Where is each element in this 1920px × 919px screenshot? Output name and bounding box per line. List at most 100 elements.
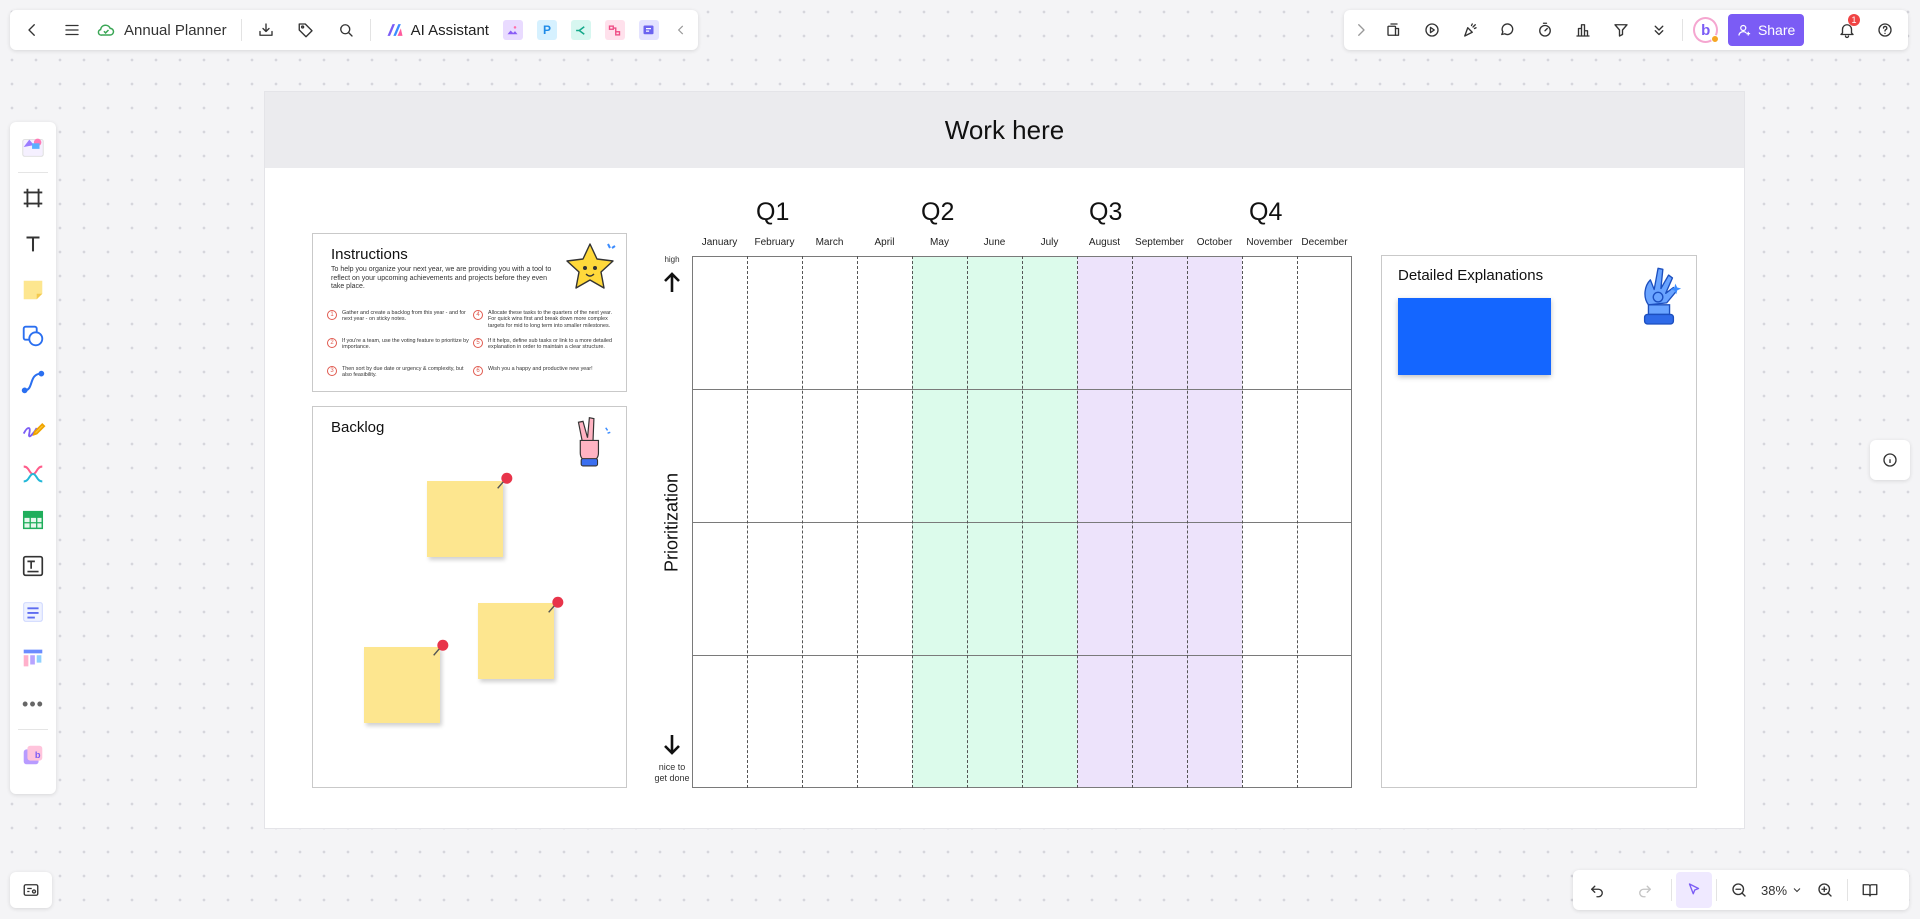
download-icon[interactable] — [246, 10, 286, 50]
kanban-tool-icon[interactable] — [10, 635, 56, 681]
frame-header: Work here — [265, 92, 1744, 168]
frame-tool-icon[interactable] — [10, 175, 56, 221]
backlog-title: Backlog — [331, 419, 385, 436]
flow-plugin-icon[interactable] — [604, 20, 625, 40]
ai-logo-icon — [387, 24, 403, 36]
sticky-note[interactable] — [478, 603, 554, 679]
text-block-tool-icon[interactable] — [10, 543, 56, 589]
more-tools-icon[interactable]: ••• — [10, 681, 56, 727]
work-frame[interactable]: Work here Instructions To help you organ… — [265, 92, 1744, 828]
image-plugin-icon[interactable] — [502, 20, 523, 40]
comment-icon[interactable] — [1488, 10, 1526, 50]
sticky-note[interactable] — [427, 481, 503, 557]
collapse-chevron-icon[interactable] — [673, 20, 689, 40]
more-chevrons-icon[interactable] — [1640, 10, 1678, 50]
p-plugin-icon[interactable]: P — [536, 20, 557, 40]
quarter-label: Q2 — [921, 198, 955, 226]
svg-text:b: b — [35, 750, 41, 760]
expand-chevron-icon[interactable] — [1348, 10, 1375, 50]
filter-icon[interactable] — [1602, 10, 1640, 50]
add-user-icon — [1738, 24, 1751, 36]
zoom-level: 38% — [1761, 882, 1788, 898]
month-label: December — [1301, 237, 1348, 248]
zoom-in-icon[interactable] — [1807, 872, 1843, 908]
low-label-line-2: get done — [654, 773, 690, 783]
document-title[interactable]: Annual Planner — [124, 22, 227, 39]
month-divider — [1132, 256, 1133, 788]
step-number: 5 — [473, 338, 483, 348]
back-chevron-icon[interactable] — [12, 10, 52, 50]
document-title-area[interactable]: Annual Planner — [92, 20, 237, 40]
plugins-icon[interactable]: b — [10, 732, 56, 778]
templates-icon[interactable] — [10, 124, 56, 170]
month-label: June — [983, 237, 1006, 248]
step-text: Gather and create a backlog from this ye… — [342, 310, 466, 323]
help-icon[interactable] — [1866, 10, 1904, 50]
notification-bell-icon[interactable]: 1 — [1828, 10, 1866, 50]
instructions-title: Instructions — [331, 246, 408, 263]
month-label: January — [701, 237, 738, 248]
timer-icon[interactable] — [1526, 10, 1564, 50]
frame-title[interactable]: Work here — [945, 115, 1064, 146]
month-divider — [857, 256, 858, 788]
celebrate-icon[interactable] — [1451, 10, 1489, 50]
sticky-note-tool-icon[interactable] — [10, 267, 56, 313]
step-number: 6 — [473, 366, 483, 376]
connector-tool-icon[interactable] — [10, 359, 56, 405]
step-text: If it helps, define sub tasks or link to… — [488, 338, 613, 351]
list-tool-icon[interactable] — [10, 589, 56, 635]
month-divider — [967, 256, 968, 788]
step-text: Wish you a happy and productive new year… — [488, 366, 593, 372]
explanations-panel[interactable]: Detailed Explanations — [1381, 255, 1697, 788]
menu-icon[interactable] — [52, 10, 92, 50]
high-label: high — [664, 255, 680, 264]
ai-assistant-button[interactable]: AI Assistant — [375, 20, 499, 40]
info-button[interactable] — [1870, 440, 1910, 480]
table-tool-icon[interactable] — [10, 497, 56, 543]
note-plugin-icon[interactable] — [638, 20, 659, 40]
user-avatar[interactable]: b — [1693, 17, 1720, 43]
mindmap-plugin-icon[interactable] — [570, 20, 591, 40]
notification-badge: 1 — [1848, 14, 1861, 26]
month-divider — [747, 256, 748, 788]
shapes-tool-icon[interactable] — [10, 313, 56, 359]
apps-icon[interactable] — [1375, 10, 1413, 50]
step-text: If you're a team, use the voting feature… — [342, 338, 469, 351]
step-text: Then sort by due date or urgency & compl… — [342, 366, 464, 379]
pen-tool-icon[interactable] — [10, 405, 56, 451]
present-icon[interactable] — [1413, 10, 1451, 50]
mindmap-tool-icon[interactable] — [10, 451, 56, 497]
zoom-level-dropdown[interactable]: 38% — [1757, 883, 1807, 898]
sticky-note[interactable] — [364, 647, 440, 723]
share-button[interactable]: Share — [1728, 14, 1805, 46]
step-text: Allocate these tasks to the quarters of … — [488, 310, 613, 329]
cloud-icon — [97, 24, 115, 36]
vote-icon[interactable] — [1564, 10, 1602, 50]
top-left-toolbar: Annual Planner AI Assistant P — [10, 10, 698, 50]
tag-icon[interactable] — [286, 10, 326, 50]
month-divider — [802, 256, 803, 788]
arrow-up-icon — [664, 272, 680, 292]
backlog-panel[interactable]: Backlog — [312, 406, 627, 788]
select-cursor-icon[interactable] — [1676, 872, 1712, 908]
redo-icon[interactable] — [1627, 872, 1663, 908]
month-divider — [1187, 256, 1188, 788]
month-label: February — [754, 237, 795, 248]
instructions-panel[interactable]: Instructions To help you organize your n… — [312, 233, 627, 392]
zoom-out-icon[interactable] — [1721, 872, 1757, 908]
month-divider — [1297, 256, 1298, 788]
undo-icon[interactable] — [1579, 872, 1615, 908]
month-divider — [1077, 256, 1078, 788]
divider — [1847, 879, 1849, 901]
minimap-button[interactable] — [10, 872, 52, 908]
blue-card[interactable] — [1398, 298, 1551, 375]
divider — [1682, 19, 1684, 41]
map-icon — [23, 884, 39, 896]
search-icon[interactable] — [326, 10, 366, 50]
book-icon[interactable] — [1852, 872, 1888, 908]
avatar-status-dot — [1711, 35, 1720, 43]
explanations-title: Detailed Explanations — [1398, 267, 1544, 284]
month-divider — [912, 256, 913, 788]
month-divider — [1242, 256, 1243, 788]
text-tool-icon[interactable] — [10, 221, 56, 267]
